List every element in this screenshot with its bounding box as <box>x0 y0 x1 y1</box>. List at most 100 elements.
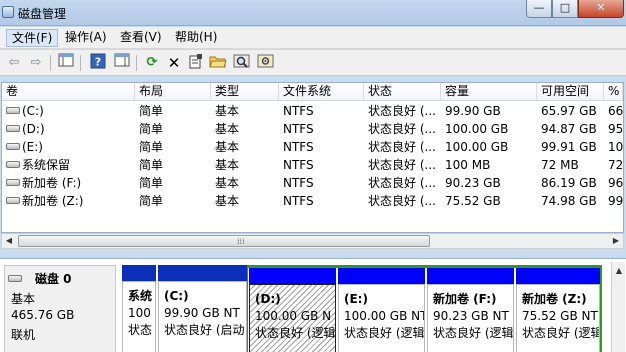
partition-details: 新加卷 (Z:) 75.52 GB NT 状态良好 (逻辑 <box>516 284 600 352</box>
menu-help[interactable]: 帮助(H) <box>170 29 222 47</box>
toolbar-separator <box>80 55 81 71</box>
toolbar-separator <box>136 55 137 71</box>
table-row[interactable]: (D:) 简单 基本 NTFS 状态良好 (... 100.00 GB 94.87 GB 95 <box>2 120 623 138</box>
volume-disk-icon <box>6 125 20 132</box>
volume-list: 卷 布局 类型 文件系统 状态 容量 可用空间 % (C:) 简单 基本 NTFS 状态… <box>1 82 624 233</box>
maximize-button[interactable]: □ <box>552 0 578 18</box>
disk-management-app-icon <box>2 6 14 18</box>
menu-bar: 文件(F) 操作(A) 查看(V) 帮助(H) <box>0 27 626 49</box>
properties-list-icon[interactable] <box>112 53 132 73</box>
horizontal-scrollbar[interactable]: ◀ ⁞⁞⁞ ▶ <box>1 233 624 249</box>
partition-status: 状态良好 (逻辑 <box>255 326 336 340</box>
cell-status: 状态良好 (... <box>368 176 436 190</box>
cell-layout: 简单 <box>139 104 164 118</box>
cell-layout: 简单 <box>139 194 164 208</box>
toolbar: ⇦ ⇨ ? ⟳ ✕ <box>0 50 626 76</box>
menu-view[interactable]: 查看(V) <box>115 29 167 47</box>
column-header-type[interactable]: 类型 <box>211 83 279 101</box>
forward-arrow-icon[interactable]: ⇨ <box>26 53 46 73</box>
column-header-volume[interactable]: 卷 <box>2 83 135 101</box>
volume-name: 系统保留 <box>22 158 71 172</box>
partition-title: 新加卷 (Z:) <box>522 292 587 306</box>
disk-name: 磁盘 0 <box>35 272 72 286</box>
cell-capacity: 100 MB <box>445 158 491 172</box>
volume-disk-icon <box>6 197 20 204</box>
search-icon[interactable] <box>232 53 252 73</box>
column-header-status[interactable]: 状态 <box>364 83 441 101</box>
scrollbar-thumb[interactable]: ⁞⁞⁞ <box>18 235 430 247</box>
menu-action[interactable]: 操作(A) <box>60 29 112 47</box>
open-folder-icon[interactable] <box>208 53 228 73</box>
cell-percent-free: 99 <box>608 194 623 208</box>
partition-status: 状态良好 (逻辑 <box>522 326 600 340</box>
partition-title: (E:) <box>344 292 368 306</box>
volume-name: 新加卷 (Z:) <box>22 194 84 208</box>
partition-title: (C:) <box>164 289 189 303</box>
cell-filesystem: NTFS <box>283 176 314 190</box>
cell-free-space: 99.91 GB <box>541 140 597 154</box>
cell-free-space: 65.97 GB <box>541 104 597 118</box>
partition-system-reserved[interactable]: 系统 100 状态 <box>122 265 156 352</box>
cell-status: 状态良好 (... <box>368 194 436 208</box>
table-row[interactable]: 新加卷 (Z:) 简单 基本 NTFS 状态良好 (... 75.52 GB 74.98 G… <box>2 192 623 210</box>
column-header-layout[interactable]: 布局 <box>135 83 211 101</box>
partition-e[interactable]: (E:) 100.00 GB NT 状态良好 (逻辑 <box>338 268 425 352</box>
settings-icon[interactable] <box>256 53 276 73</box>
scroll-up-arrow-icon[interactable]: ▲ <box>612 264 626 278</box>
partition-color-band <box>249 268 336 284</box>
table-row[interactable]: 系统保留 简单 基本 NTFS 状态良好 (... 100 MB 72 MB 72 <box>2 156 623 174</box>
cell-type: 基本 <box>215 176 240 190</box>
disk-info-panel[interactable]: 磁盘 0 基本 465.76 GB 联机 <box>4 265 116 352</box>
partition-details: 新加卷 (F:) 90.23 GB NT 状态良好 (逻辑 <box>427 284 514 352</box>
vertical-scrollbar[interactable]: ▲ <box>611 262 625 352</box>
cell-capacity: 90.23 GB <box>445 176 501 190</box>
column-header-filesystem[interactable]: 文件系统 <box>279 83 364 101</box>
scroll-left-arrow-icon[interactable]: ◀ <box>2 234 16 248</box>
partition-color-band <box>427 268 514 284</box>
cell-type: 基本 <box>215 122 240 136</box>
minimize-button[interactable]: — <box>526 0 552 18</box>
partition-d[interactable]: (D:) 100.00 GB N 状态良好 (逻辑 <box>249 268 336 352</box>
cell-volume: 系统保留 <box>2 156 135 174</box>
console-tree-icon[interactable] <box>56 53 76 73</box>
disk-type: 基本 <box>11 292 36 306</box>
menu-file[interactable]: 文件(F) <box>6 29 59 47</box>
cell-status: 状态良好 (... <box>368 140 436 154</box>
partition-size: 90.23 GB NT <box>433 309 509 323</box>
refresh-icon[interactable]: ⟳ <box>142 53 162 73</box>
scroll-right-arrow-icon[interactable]: ▶ <box>609 234 623 248</box>
cell-filesystem: NTFS <box>283 140 314 154</box>
column-header-free-space[interactable]: 可用空间 <box>537 83 604 101</box>
partition-size: 75.52 GB NT <box>522 309 598 323</box>
cell-layout: 简单 <box>139 140 164 154</box>
column-header-percent-free[interactable]: % <box>604 83 623 101</box>
column-header-capacity[interactable]: 容量 <box>441 83 537 101</box>
cell-layout: 简单 <box>139 122 164 136</box>
delete-icon[interactable]: ✕ <box>164 53 184 73</box>
cell-free-space: 74.98 GB <box>541 194 597 208</box>
cell-volume: (D:) <box>2 120 135 138</box>
partition-title: 新加卷 (F:) <box>433 292 497 306</box>
help-icon[interactable]: ? <box>88 53 108 73</box>
cell-volume: (C:) <box>2 102 135 120</box>
table-row[interactable]: (E:) 简单 基本 NTFS 状态良好 (... 100.00 GB 99.91 GB 10… <box>2 138 623 156</box>
partition-c[interactable]: (C:) 99.90 GB NT 状态良好 (启动 <box>158 265 247 352</box>
partition-f[interactable]: 新加卷 (F:) 90.23 GB NT 状态良好 (逻辑 <box>427 268 514 352</box>
cell-capacity: 100.00 GB <box>445 122 509 136</box>
table-row[interactable]: (C:) 简单 基本 NTFS 状态良好 (... 99.90 GB 65.97 GB 66 <box>2 102 623 120</box>
disk-icon <box>8 272 24 286</box>
partition-z[interactable]: 新加卷 (Z:) 75.52 GB NT 状态良好 (逻辑 <box>516 268 600 352</box>
disk-graphical-view: 磁盘 0 基本 465.76 GB 联机 系统 100 状态 (C:) 99.90 GB… <box>0 258 626 352</box>
table-row[interactable]: 新加卷 (F:) 简单 基本 NTFS 状态良好 (... 90.23 GB 86.19 G… <box>2 174 623 192</box>
volume-name: (D:) <box>22 122 45 136</box>
cell-status: 状态良好 (... <box>368 158 436 172</box>
volume-disk-icon <box>6 107 20 114</box>
partition-size: 100 <box>128 306 151 320</box>
partition-status: 状态良好 (逻辑 <box>344 326 425 340</box>
cell-free-space: 94.87 GB <box>541 122 597 136</box>
cell-status: 状态良好 (... <box>368 104 436 118</box>
partition-size: 100.00 GB NT <box>344 309 425 323</box>
properties-icon[interactable] <box>186 53 206 73</box>
close-button[interactable]: ✕ <box>578 0 624 18</box>
back-arrow-icon[interactable]: ⇦ <box>4 53 24 73</box>
